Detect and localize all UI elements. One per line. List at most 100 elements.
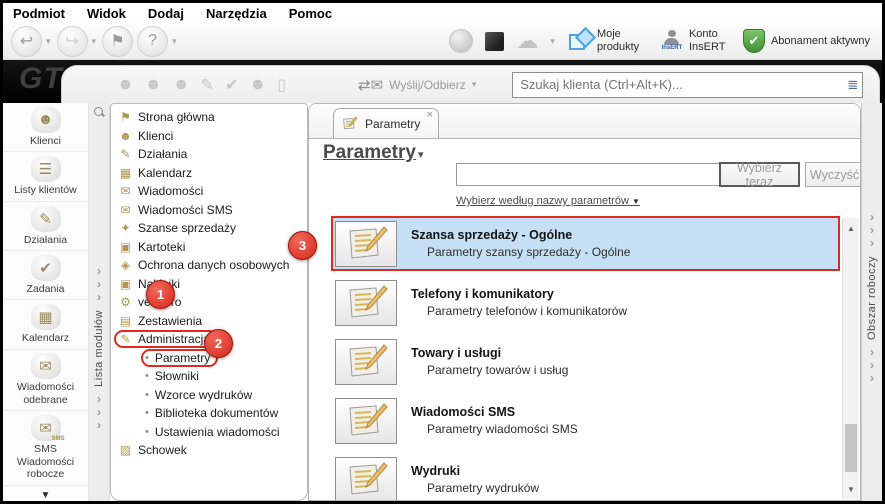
- menu-bar: Podmiot Widok Dodaj Narzędzia Pomoc: [3, 3, 882, 23]
- tree-item-zestawienia[interactable]: ▤Zestawienia: [118, 312, 305, 331]
- scroll-down-icon[interactable]: ▼: [843, 481, 859, 497]
- task-icon[interactable]: ✔: [225, 75, 238, 95]
- menu-item-podmiot[interactable]: Podmiot: [13, 6, 65, 21]
- annotation-step-2: 2: [204, 329, 233, 358]
- cloud-dropdown-caret[interactable]: ▾: [550, 36, 555, 47]
- sidebar-item-wiadomosci-odebrane[interactable]: ✉Wiadomości odebrane: [3, 350, 88, 411]
- forward-button[interactable]: ↪: [57, 26, 88, 57]
- sidebar-item-dzialania[interactable]: ✎Działania: [3, 202, 88, 251]
- bullet-icon: •: [145, 426, 149, 438]
- help-dropdown-caret[interactable]: ▾: [172, 36, 177, 47]
- application-window: Podmiot Widok Dodaj Narzędzia Pomoc ↩ ▾ ↪ ▾ ⚑ …: [0, 0, 885, 504]
- clients-icon: ☻: [118, 129, 133, 143]
- insert-account-button[interactable]: InsERT Konto InsERT: [661, 28, 731, 53]
- select-now-button[interactable]: Wybierz teraz: [719, 162, 800, 187]
- subscription-label: Abonament aktywny: [771, 35, 870, 48]
- parameter-title: Wiadomości SMS: [411, 405, 578, 419]
- tree-item-ochrona-danych-osobowych[interactable]: ◈Ochrona danych osobowych: [118, 256, 305, 275]
- help-button[interactable]: ?: [137, 26, 168, 57]
- sidebar-item-kalendarz[interactable]: ▦Kalendarz: [3, 300, 88, 349]
- forward-dropdown-caret[interactable]: ▾: [92, 36, 97, 47]
- menu-item-pomoc[interactable]: Pomoc: [289, 6, 332, 21]
- tree-item-label: Wiadomości SMS: [138, 203, 233, 217]
- notepad-icon: [344, 402, 388, 440]
- contacts-icon[interactable]: ☻: [249, 76, 266, 94]
- tree-item-działania[interactable]: ✎Działania: [118, 145, 305, 164]
- client-search-input[interactable]: [512, 72, 863, 98]
- tree-item-label: Kartoteki: [138, 240, 185, 254]
- scroll-thumb[interactable]: [845, 424, 857, 472]
- my-products-button[interactable]: Moje produkty: [569, 28, 649, 53]
- tree-item-strona-główna[interactable]: ⚑Strona główna: [118, 108, 305, 127]
- tree-item-słowniki[interactable]: •Słowniki: [118, 367, 305, 386]
- tree-item-wzorce-wydruków[interactable]: •Wzorce wydruków: [118, 386, 305, 405]
- tree-item-klienci[interactable]: ☻Klienci: [118, 127, 305, 146]
- parameter-icon-box: [335, 339, 397, 385]
- parameter-row-3[interactable]: Towary i usługiParametry towarów i usług: [331, 334, 840, 389]
- search-modules-icon[interactable]: [94, 107, 104, 117]
- tree-item-kartoteki[interactable]: ▣ Kartoteki: [118, 238, 305, 257]
- search-list-icon[interactable]: ≣: [847, 77, 858, 93]
- sidebar-item-label: Listy klientów: [14, 184, 76, 197]
- subscription-status[interactable]: ✔ Abonament aktywny: [743, 29, 870, 53]
- parameter-row-5[interactable]: WydrukiParametry wydruków: [331, 452, 840, 500]
- sidebar-more-icon[interactable]: ▼: [3, 490, 88, 501]
- parameter-search-input[interactable]: [456, 163, 722, 186]
- back-dropdown-caret[interactable]: ▾: [46, 36, 51, 47]
- filter-by-name-link[interactable]: Wybierz według nazwy parametrów ▼: [456, 195, 642, 207]
- sidebar-item-sms-wiadomosci-robocze[interactable]: ✉SMSSMS Wiadomości robocze: [3, 411, 88, 486]
- menu-item-dodaj[interactable]: Dodaj: [148, 6, 184, 21]
- tree-item-szanse-sprzedaży[interactable]: ✦Szanse sprzedaży: [118, 219, 305, 238]
- list-scrollbar[interactable]: ▲ ▼: [842, 218, 859, 499]
- products-icon: [569, 30, 591, 52]
- tree-item-wiadomości-sms[interactable]: ✉Wiadomości SMS: [118, 201, 305, 220]
- home-flag-icon: ⚑: [118, 110, 133, 124]
- tab-label: Parametry: [365, 117, 420, 131]
- tree-item-biblioteka-dokumentów[interactable]: •Biblioteka dokumentów: [118, 404, 305, 423]
- scroll-up-icon[interactable]: ▲: [843, 220, 859, 236]
- tree-item-kalendarz[interactable]: ▦Kalendarz: [118, 164, 305, 183]
- collapse-chevron-icon: ›: [97, 406, 101, 419]
- sidebar-item-zadania[interactable]: ✔Zadania: [3, 251, 88, 300]
- tree-item-ustawienia-wiadomości[interactable]: •Ustawienia wiadomości: [118, 423, 305, 442]
- cloud-sync-icon[interactable]: ☁: [516, 30, 538, 52]
- parameter-row-1[interactable]: Szansa sprzedaży - OgólneParametry szans…: [331, 216, 840, 271]
- sidebar-item-klienci[interactable]: ☻Klienci: [3, 103, 88, 152]
- tab-parametry[interactable]: Parametry ×: [333, 108, 439, 138]
- module-list-strip[interactable]: › › › Lista modułów › › ›: [89, 103, 110, 501]
- actions-icon: ✎: [118, 147, 133, 161]
- collapse-chevron-icon: ›: [97, 393, 101, 406]
- menu-item-widok[interactable]: Widok: [87, 6, 126, 21]
- sidebar-item-label: Klienci: [30, 135, 61, 148]
- workspace-strip-label: Obszar roboczy: [866, 256, 878, 340]
- tree-item-wiadomości[interactable]: ✉Wiadomości: [118, 182, 305, 201]
- action-icon[interactable]: ✎: [201, 75, 214, 95]
- back-button[interactable]: ↩: [11, 26, 42, 57]
- mail-icon: ✉: [118, 184, 133, 198]
- parameter-row-4[interactable]: Wiadomości SMSParametry wiadomości SMS: [331, 393, 840, 448]
- flag-button[interactable]: ⚑: [102, 26, 133, 57]
- main-toolbar: ↩ ▾ ↪ ▾ ⚑ ? ▾ ☁ ▾ Moje produkty InsERT Konto…: [3, 23, 882, 60]
- menu-item-narzędzia[interactable]: Narzędzia: [206, 6, 267, 21]
- page-title[interactable]: Parametry▾: [323, 142, 425, 164]
- add-client-icon[interactable]: ☻: [117, 76, 134, 94]
- insert-account-label: Konto InsERT: [689, 28, 731, 53]
- filter-caret-icon: ▼: [632, 197, 640, 206]
- client-icon[interactable]: ☻: [145, 76, 162, 94]
- parameter-row-2[interactable]: Telefony i komunikatoryParametry telefon…: [331, 275, 840, 330]
- send-receive-button[interactable]: ⇄✉ Wyślij/Odbierz ▾: [358, 76, 478, 94]
- workspace-strip[interactable]: › › › Obszar roboczy › › ›: [861, 103, 882, 501]
- phone-icon[interactable]: ▯: [277, 75, 286, 95]
- clipboard-icon: ▨: [118, 443, 133, 457]
- online-globe-icon[interactable]: [449, 29, 473, 53]
- parameter-row-text: Wiadomości SMSParametry wiadomości SMS: [411, 405, 578, 436]
- cube-icon[interactable]: [485, 32, 504, 51]
- folders-icon: ▣: [118, 240, 133, 254]
- send-receive-icon: ⇄✉: [358, 76, 383, 94]
- sidebar-item-listy-klientow[interactable]: ☰Listy klientów: [3, 152, 88, 201]
- send-receive-label: Wyślij/Odbierz: [389, 78, 466, 92]
- client-list-icon[interactable]: ☻: [173, 76, 190, 94]
- tab-close-icon[interactable]: ×: [427, 109, 433, 121]
- tree-item-schowek[interactable]: ▨Schowek: [118, 441, 305, 460]
- clear-button[interactable]: Wyczyść: [805, 162, 861, 187]
